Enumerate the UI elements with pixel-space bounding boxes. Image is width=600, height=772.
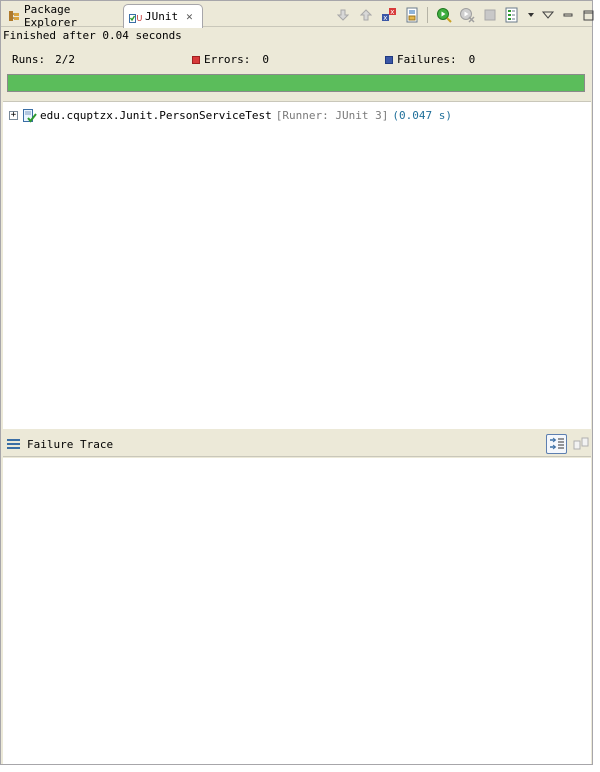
runs-label: Runs: <box>12 53 46 66</box>
rerun-test-icon[interactable] <box>434 6 453 25</box>
runs-counter: Runs: 2/2 <box>12 53 75 66</box>
test-counters: Runs: 2/2 Errors: 0 Failures: 0 <box>1 51 592 69</box>
stop-icon[interactable] <box>480 6 499 25</box>
expand-icon[interactable]: + <box>9 110 18 120</box>
test-run-history-icon[interactable] <box>503 6 522 25</box>
failures-label: Failures: <box>397 53 457 66</box>
view-toolbar: x x <box>333 5 596 25</box>
failure-icon <box>385 55 393 64</box>
errors-counter: Errors: 0 <box>192 53 269 66</box>
tab-package-explorer[interactable]: Package Explorer <box>3 2 123 29</box>
minimize-icon[interactable] <box>560 6 576 25</box>
test-runner-label: [Runner: JUnit 3] <box>275 108 389 122</box>
previous-failure-icon[interactable] <box>356 6 375 25</box>
scroll-lock-icon[interactable] <box>402 6 421 25</box>
failure-trace-header: Failure Trace <box>3 431 591 457</box>
rerun-failed-first-icon[interactable] <box>457 6 476 25</box>
stack-trace-icon <box>7 438 21 450</box>
tab-junit[interactable]: U JUnit ✕ <box>123 4 203 28</box>
view-menu-icon[interactable] <box>540 6 556 25</box>
view-tab-bar: Package Explorer U JUnit ✕ x x <box>1 1 593 29</box>
test-progress-bar <box>7 74 585 92</box>
svg-text:x: x <box>383 14 387 22</box>
runs-value: 2/2 <box>55 53 75 66</box>
tab-label: JUnit <box>145 10 179 23</box>
filter-stack-trace-icon[interactable] <box>546 434 567 454</box>
progress-fill <box>8 75 584 91</box>
package-explorer-icon <box>8 10 20 22</box>
run-status-message: Finished after 0.04 seconds <box>3 29 182 42</box>
show-failures-only-icon[interactable]: x x <box>379 6 398 25</box>
test-class-name: edu.cquptzx.Junit.PersonServiceTest <box>40 108 272 122</box>
failure-trace-pane[interactable] <box>3 458 591 764</box>
svg-text:U: U <box>137 14 143 23</box>
junit-view: Package Explorer U JUnit ✕ x x Finished … <box>0 0 593 765</box>
tab-label: Package Explorer <box>24 2 77 29</box>
maximize-icon[interactable] <box>580 6 596 25</box>
error-icon <box>192 55 200 64</box>
compare-result-icon[interactable] <box>570 434 591 454</box>
junit-icon: U <box>129 11 143 23</box>
failure-trace-title: Failure Trace <box>27 438 114 451</box>
test-elapsed-time: (0.047 s) <box>392 108 452 122</box>
tree-item[interactable]: + edu.cquptzx.Junit.PersonServiceTest [R… <box>9 107 452 123</box>
test-tree[interactable]: + edu.cquptzx.Junit.PersonServiceTest [R… <box>3 101 591 429</box>
errors-label: Errors: <box>204 53 251 66</box>
failures-counter: Failures: 0 <box>385 53 475 66</box>
svg-text:x: x <box>390 8 394 16</box>
next-failure-icon[interactable] <box>333 6 352 25</box>
errors-value: 0 <box>262 53 269 66</box>
failures-value: 0 <box>468 53 476 66</box>
toolbar-separator <box>427 7 428 23</box>
close-icon[interactable]: ✕ <box>186 10 193 23</box>
chevron-down-icon[interactable] <box>526 6 536 25</box>
test-suite-success-icon <box>22 108 37 123</box>
